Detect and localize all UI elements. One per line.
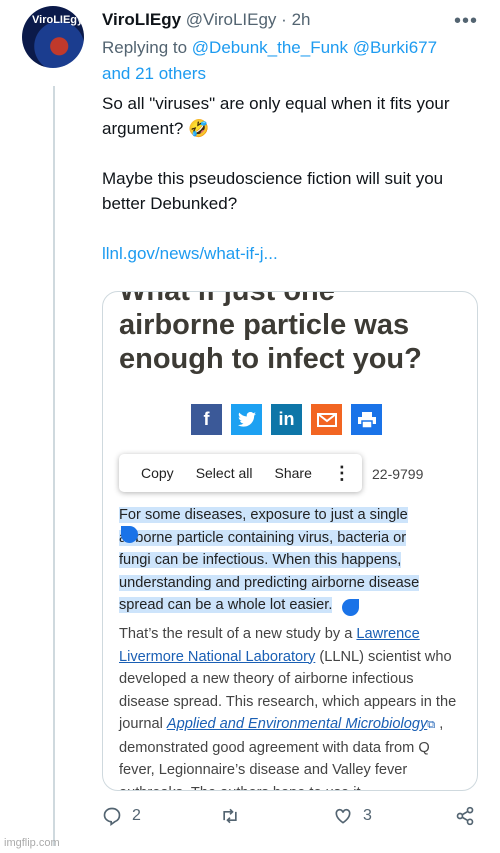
replying-to-others[interactable]: and 21 others xyxy=(102,64,206,83)
reply-icon xyxy=(103,807,121,826)
avatar[interactable]: ViroLIEgy xyxy=(22,6,84,68)
tweet-actions: 2 3 xyxy=(102,806,482,836)
author-name[interactable]: ViroLIEgy xyxy=(102,10,181,29)
like-count: 3 xyxy=(363,807,372,824)
reply-button[interactable]: 2 xyxy=(102,806,141,826)
share-icon xyxy=(456,806,474,826)
header-separator: · xyxy=(281,10,287,29)
facebook-icon[interactable]: f xyxy=(191,404,222,435)
avatar-logo-text: ViroLIEgy xyxy=(32,14,84,26)
phone-number-partial: 22-9799 xyxy=(372,466,424,482)
twitter-icon[interactable] xyxy=(231,404,262,435)
like-button[interactable]: 3 xyxy=(333,806,372,826)
retweet-icon xyxy=(223,808,237,824)
replying-to: Replying to @Debunk_the_Funk @Burki677 a… xyxy=(102,35,487,87)
copy-menu-item[interactable]: Copy xyxy=(119,465,185,481)
author-handle[interactable]: @ViroLIEgy xyxy=(186,10,277,29)
retweet-button[interactable] xyxy=(220,806,240,826)
selected-text: For some diseases, exposure to just a si… xyxy=(119,507,420,613)
watermark: imgflip.com xyxy=(4,837,60,849)
headline-main: airborne particle was enough to infect y… xyxy=(119,309,422,375)
tweet-text: So all "viruses" are only equal when it … xyxy=(102,91,487,266)
article-body: That’s the result of a new study by a La… xyxy=(119,623,459,790)
external-link-icon: ⧉ xyxy=(427,719,436,731)
timestamp[interactable]: 2h xyxy=(292,10,311,29)
linkedin-icon[interactable]: in xyxy=(271,404,302,435)
selected-paragraph: For some diseases, exposure to just a si… xyxy=(119,504,439,617)
text-selection-menu: Copy Select all Share ⋮ xyxy=(119,454,362,492)
selection-end-handle[interactable] xyxy=(342,599,359,616)
body-text-1: That’s the result of a new study by a xyxy=(119,626,357,642)
tweet-line-2: Maybe this pseudoscience fiction will su… xyxy=(102,169,444,213)
thread-line xyxy=(53,86,55,846)
replying-to-prefix: Replying to xyxy=(102,38,188,57)
share-buttons: f in xyxy=(191,404,382,435)
more-options-icon[interactable]: ••• xyxy=(454,10,478,33)
attached-image[interactable]: What if just one airborne particle was e… xyxy=(102,291,478,791)
more-vertical-icon[interactable]: ⋮ xyxy=(333,463,351,484)
tweet-header: ViroLIEgy @ViroLIEgy · 2h xyxy=(102,8,311,32)
replying-to-users[interactable]: @Debunk_the_Funk @Burki677 xyxy=(192,38,437,57)
email-icon[interactable] xyxy=(311,404,342,435)
article-headline: What if just one airborne particle was e… xyxy=(119,291,469,376)
heart-icon xyxy=(335,808,351,824)
print-icon[interactable] xyxy=(351,404,382,435)
select-all-menu-item[interactable]: Select all xyxy=(185,465,264,481)
journal-link[interactable]: Applied and Environmental Microbiology xyxy=(167,716,427,732)
share-button[interactable] xyxy=(455,806,475,826)
reply-count: 2 xyxy=(132,807,141,824)
tweet-link[interactable]: llnl.gov/news/what-if-j... xyxy=(102,241,487,266)
selection-start-handle[interactable] xyxy=(121,526,138,543)
share-menu-item[interactable]: Share xyxy=(264,465,323,481)
headline-partial: What if just one xyxy=(119,291,335,307)
tweet-line-1: So all "viruses" are only equal when it … xyxy=(102,94,450,138)
